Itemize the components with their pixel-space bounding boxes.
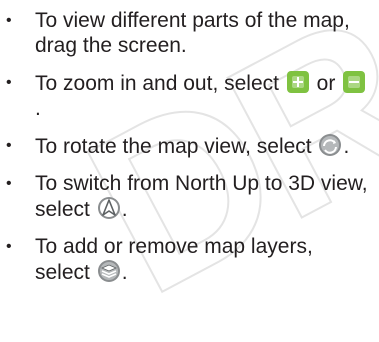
layers-period: . (121, 261, 128, 284)
zoom-instruction-text: To zoom in and out, select (35, 72, 279, 95)
list-item-3d: To switch from North Up to 3D view, sele… (2, 171, 373, 222)
instruction-list: To view different parts of the map, drag… (0, 0, 379, 285)
list-item-drag: To view different parts of the map, drag… (2, 8, 373, 58)
compass-3d-icon (97, 196, 121, 220)
list-item-rotate: To rotate the map view, select . (2, 133, 373, 159)
rotate-instruction-text: To rotate the map view, select (35, 135, 312, 158)
zoom-out-icon (342, 70, 366, 94)
zoom-period: . (35, 97, 41, 120)
map-layers-icon (97, 259, 121, 283)
zoom-in-icon (286, 70, 310, 94)
layers-instruction-text: To add or remove map layers, select (35, 235, 313, 284)
list-item-layers: To add or remove map layers, select . (2, 234, 373, 285)
zoom-or-text: or (316, 72, 336, 95)
rotate-period: . (343, 135, 350, 158)
north-up-period: . (121, 198, 128, 221)
north-up-instruction-text: To switch from North Up to 3D view, sele… (35, 172, 368, 221)
list-item-zoom: To zoom in and out, select or . (2, 70, 373, 121)
rotate-map-icon (318, 133, 342, 157)
drag-instruction-text: To view different parts of the map, drag… (35, 9, 350, 57)
